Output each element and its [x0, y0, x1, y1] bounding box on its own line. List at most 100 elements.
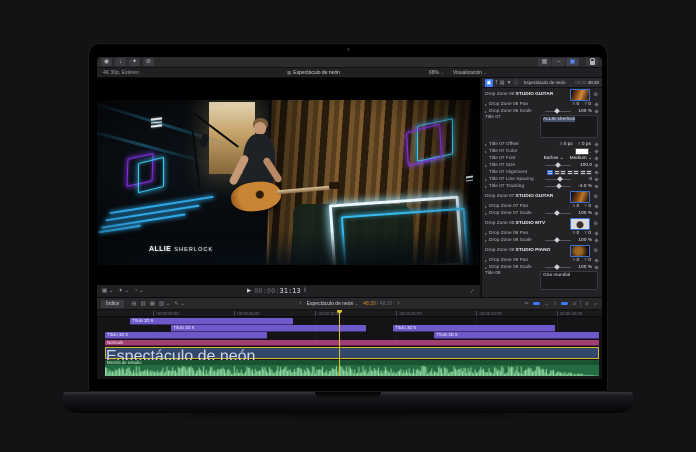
expand-viewer-icon[interactable]: ↔ [468, 287, 476, 295]
slider-knob[interactable] [555, 108, 561, 114]
value-field[interactable]: 0 [588, 204, 591, 209]
clear-dropzone-button[interactable]: ⊗ [593, 92, 598, 98]
keyframe-icon[interactable] [594, 184, 598, 188]
slider[interactable] [545, 267, 571, 269]
view-select[interactable]: Visualización ⌄ [453, 70, 487, 76]
browser-layout-button[interactable]: ▦ [538, 58, 551, 66]
timeline-project-select[interactable]: Espectáculo de neón ⌄ [307, 301, 358, 307]
zoom-menu-tool-icon[interactable]: ▧ ⌄ [159, 301, 170, 307]
info-inspector-tab[interactable]: ⓘ [513, 79, 518, 87]
value-field[interactable]: 100.0 [574, 163, 592, 168]
text-input[interactable]: ALLIE sherlock [540, 115, 598, 138]
slider[interactable] [545, 186, 571, 188]
text-input[interactable]: Gira mundial [540, 271, 598, 290]
align-option-2[interactable] [560, 170, 566, 175]
timeline-ruler[interactable]: 00:00:20:0000:00:25:0000:00:30:0000:00:3… [97, 310, 602, 317]
clip-appearance-1-icon[interactable]: ▤ [131, 301, 136, 307]
select-tool-icon[interactable]: ↖ ⌄ [174, 301, 185, 307]
keyframe-icon[interactable] [594, 109, 598, 113]
value-field[interactable]: 0 [574, 177, 592, 182]
font-family-select[interactable]: Barlow ⌄ [544, 156, 564, 161]
audio-skimming-toggle-icon[interactable]: → [544, 301, 550, 307]
title-clip[interactable]: Título 3D 8 [434, 332, 599, 339]
keyframe-icon[interactable] [594, 265, 598, 269]
align-option-5[interactable] [580, 170, 586, 175]
solid-clip[interactable]: Normals [105, 340, 599, 347]
import-media-button[interactable]: ◉ [101, 58, 112, 66]
project-title-menu[interactable]: ▦ Espectáculo de neón [287, 70, 340, 76]
slider-knob[interactable] [555, 210, 561, 216]
value-field[interactable]: 0 [588, 258, 591, 263]
audio-meters-icon[interactable]: ‖ [304, 288, 305, 294]
viewer-layout-button[interactable]: – [552, 58, 565, 66]
slider[interactable] [545, 240, 571, 242]
value-field[interactable]: 0 px [582, 142, 591, 147]
clear-dropzone-button[interactable]: ⊗ [593, 248, 598, 254]
value-field[interactable]: 0 [576, 258, 579, 263]
keyframe-icon[interactable] [594, 258, 598, 262]
index-button[interactable]: Índice [101, 300, 124, 308]
slider[interactable] [545, 111, 571, 113]
audio-clip[interactable]: Mezcla de estudio [105, 360, 599, 376]
previous-project-arrow[interactable]: ‹ [299, 300, 301, 307]
keyframe-icon[interactable] [594, 149, 598, 153]
value-field[interactable]: 0 [588, 231, 591, 236]
clear-dropzone-button[interactable]: ⊗ [593, 221, 598, 227]
timeline-layout-button[interactable]: ▣ [566, 58, 579, 66]
snapping-toggle-icon[interactable] [561, 302, 568, 305]
keyframe-icon[interactable] [594, 163, 598, 167]
dropzone-thumbnail[interactable] [570, 245, 590, 257]
value-field[interactable]: 0 [576, 231, 579, 236]
magnet-toggle-icon[interactable]: ∪ [572, 301, 576, 307]
title-clip[interactable]: Título 3D 6 [171, 325, 366, 332]
playhead[interactable] [339, 310, 340, 376]
dropzone-thumbnail[interactable] [570, 218, 590, 230]
align-option-6[interactable] [586, 170, 592, 175]
clip-appearance-3-icon[interactable]: ▦ [150, 301, 155, 307]
retime-tool[interactable]: ◔ ⌄ [134, 288, 143, 294]
value-field[interactable]: 0 [576, 204, 579, 209]
value-field[interactable]: 0 [588, 102, 591, 107]
slider-knob[interactable] [555, 237, 561, 243]
align-option-1[interactable] [554, 170, 560, 175]
value-field[interactable]: 100 % [574, 265, 592, 270]
play-button[interactable]: ▶ [247, 288, 251, 294]
lock-button[interactable] [586, 58, 598, 66]
solo-toggle-icon[interactable]: ∩ [553, 301, 557, 307]
clear-dropzone-button[interactable]: ⊗ [593, 194, 598, 200]
slider[interactable] [545, 179, 571, 181]
skimming-toggle-icon[interactable] [533, 302, 540, 305]
keyframe-icon[interactable] [594, 238, 598, 242]
slider-knob[interactable] [557, 176, 563, 182]
slider-knob[interactable] [555, 264, 561, 270]
title-clip[interactable]: Título 3D 2 [105, 332, 267, 339]
keyframe-icon[interactable] [594, 170, 598, 174]
next-project-arrow[interactable]: › [397, 300, 399, 307]
effects-tool[interactable]: ✦ ⌄ [118, 288, 129, 294]
value-field[interactable]: 100 % [574, 109, 592, 114]
title-clip[interactable]: Título 3D 5 [393, 325, 555, 332]
slider[interactable] [545, 213, 571, 215]
clip-list-toggle-icon[interactable]: ≡ [585, 301, 588, 307]
value-field[interactable]: 0 px [564, 142, 573, 147]
clip-appearance-2-icon[interactable]: ▥ [141, 301, 146, 307]
download-button[interactable]: ↓ [115, 58, 126, 66]
color-well[interactable] [575, 148, 589, 155]
timeline-expand-icon[interactable]: ↔ [591, 299, 599, 307]
trim-tool-icon[interactable]: ✂ [524, 301, 529, 307]
storyline-clip[interactable]: Espectáculo de neón [105, 347, 599, 359]
title-clip[interactable]: Título 3D 6 [130, 318, 293, 325]
slider[interactable] [545, 165, 571, 167]
background-tasks-button[interactable]: ⊘ [143, 58, 154, 66]
align-option-3[interactable] [567, 170, 573, 175]
keyframe-icon[interactable] [594, 102, 598, 106]
slider-knob[interactable] [555, 162, 561, 168]
dropzone-thumbnail[interactable] [570, 191, 590, 203]
generator-inspector-tab[interactable]: ▤ [500, 79, 505, 87]
keyframe-icon[interactable] [594, 231, 598, 235]
slider-knob[interactable] [556, 183, 562, 189]
align-option-4[interactable] [573, 170, 579, 175]
filter-inspector-tab[interactable]: ▼ [507, 79, 512, 87]
title-inspector-tab[interactable]: T [495, 79, 498, 87]
keyword-editor-button[interactable]: ✦ [129, 58, 140, 66]
